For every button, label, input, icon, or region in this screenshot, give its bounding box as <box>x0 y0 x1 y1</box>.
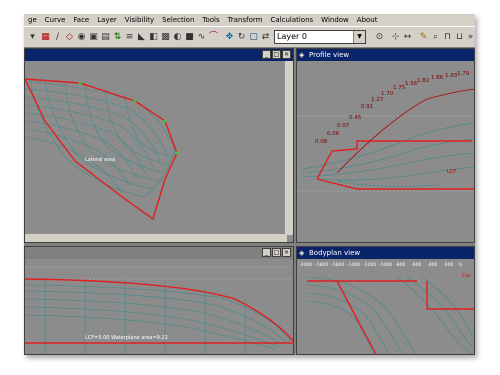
menu-item-tools[interactable]: Tools <box>198 14 223 26</box>
minimize-button[interactable]: _ <box>262 248 271 257</box>
ruler-tick-label: -2000 <box>299 262 312 268</box>
menu-item-visibility[interactable]: Visibility <box>121 14 158 26</box>
ruler-tick-label: -1600 <box>331 262 344 268</box>
svg-text:Lateral area: Lateral area <box>85 157 115 163</box>
app-window: ge Curve Face Layer Visibility Selection Tools… <box>24 14 475 355</box>
ruler-tick-label: -1400 <box>347 262 360 268</box>
view-icon: ◈ <box>299 51 305 59</box>
area-label: 1.79 <box>457 71 470 77</box>
toolbar: ▾ ▦ ∕ ◇ ◉ ▣ ▤ ⇅ ≡ ◣ ◧ ▩ ◐ ■ ∿ ⌒ ✥ ↻ ▢ ⇄ … <box>24 26 475 48</box>
flip-icon[interactable]: ⇅ <box>112 30 123 44</box>
view-icon: ◈ <box>299 249 305 257</box>
render-icon[interactable]: ▤ <box>100 30 111 44</box>
area-label: 1.82 <box>417 78 429 84</box>
padlock-icon[interactable]: ⊓ <box>442 30 453 44</box>
block-icon[interactable]: ■ <box>184 30 195 44</box>
area-label: 1.56 <box>405 81 418 87</box>
plan-canvas[interactable]: LCF=5.00 Waterplane area=9.22 <box>25 259 294 355</box>
mirror-icon[interactable]: ⇄ <box>260 30 271 44</box>
menu-item-ge[interactable]: ge <box>24 14 41 26</box>
grid-icon[interactable]: ▦ <box>40 30 51 44</box>
area-label: 0.91 <box>361 104 373 110</box>
menu-item-layer[interactable]: Layer <box>93 14 121 26</box>
ruler-tick-label: -1800 <box>315 262 328 268</box>
wedge-icon[interactable]: ◣ <box>136 30 147 44</box>
snap-icon[interactable]: ⊹ <box>390 30 401 44</box>
bodyplan-canvas[interactable]: -2000 -1800 -1600 -1400 -1200 -1000 -800 -600 -4… <box>297 259 475 355</box>
vertical-scrollbar[interactable] <box>285 61 293 235</box>
menu-item-selection[interactable]: Selection <box>158 14 198 26</box>
bodyplan-title: Bodyplan view <box>309 249 361 257</box>
menu-item-curve[interactable]: Curve <box>41 14 70 26</box>
area-label: 1.75 <box>393 85 406 91</box>
bodyplan-side-label: Cur <box>462 273 472 279</box>
ruler-tick-label: -600 <box>411 262 421 268</box>
layers-icon[interactable]: ◧ <box>148 30 159 44</box>
camera-icon[interactable]: ▣ <box>88 30 99 44</box>
ruler-tick-label: -200 <box>443 262 453 268</box>
layer-select[interactable]: Layer 0 ▼ <box>274 30 366 44</box>
lcf-label: LCF <box>447 169 456 175</box>
bodyplan-titlebar: ◈ Bodyplan view <box>297 247 474 259</box>
layer-select-value: Layer 0 <box>277 32 307 41</box>
plan-annotation: LCF=5.00 Waterplane area=9.22 <box>85 335 168 341</box>
maximize-button[interactable]: □ <box>272 50 281 59</box>
area-label: 1.86 <box>431 75 444 81</box>
unlock-icon[interactable]: ⊔ <box>454 30 465 44</box>
wave-icon[interactable]: ∿ <box>196 30 207 44</box>
chevron-down-icon[interactable]: ▼ <box>353 31 365 43</box>
perspective-view[interactable]: _ □ × Lateral area <box>24 48 294 243</box>
rotate-icon[interactable]: ↻ <box>236 30 247 44</box>
area-label: 1.27 <box>371 97 384 103</box>
area-label: 0.45 <box>349 115 362 121</box>
close-button[interactable]: × <box>282 248 291 257</box>
ruler-tick-label: -1200 <box>363 262 376 268</box>
mesh-icon[interactable]: ▩ <box>160 30 171 44</box>
area-label: 0.08 <box>315 139 328 145</box>
lock-icon[interactable]: ⊙ <box>374 30 385 44</box>
globe-icon[interactable]: ◉ <box>76 30 87 44</box>
plan-titlebar: _ □ × <box>25 247 293 259</box>
stack-icon[interactable]: ≡ <box>124 30 135 44</box>
pan-icon[interactable]: ↔ <box>402 30 413 44</box>
menu-item-window[interactable]: Window <box>317 14 353 26</box>
menu-item-calculations[interactable]: Calculations <box>266 14 317 26</box>
arc-icon[interactable]: ⌒ <box>208 30 219 44</box>
ruler-tick-label: -800 <box>395 262 405 268</box>
plan-view[interactable]: _ □ × LCF=5.00 Waterplane area=9.22 <box>24 246 294 355</box>
ruler-tick-label: -1000 <box>379 262 392 268</box>
shade-icon[interactable]: ◐ <box>172 30 183 44</box>
curve-icon[interactable]: ∕ <box>52 30 63 44</box>
profile-view[interactable]: ◈ Profile view 1.56 1.82 1.86 1.83 1.79 1.75 1… <box>296 48 475 243</box>
perspective-canvas[interactable]: Lateral area <box>25 61 287 233</box>
move-icon[interactable]: ✥ <box>224 30 235 44</box>
menu-item-about[interactable]: About <box>353 14 382 26</box>
menu-item-transform[interactable]: Transform <box>224 14 267 26</box>
face-icon[interactable]: ◇ <box>64 30 75 44</box>
horizontal-scrollbar[interactable] <box>25 234 287 242</box>
menu-bar: ge Curve Face Layer Visibility Selection Tools… <box>24 14 475 26</box>
more-icon[interactable]: » <box>465 30 475 44</box>
ruler-tick-label: 0 <box>459 262 462 268</box>
profile-titlebar: ◈ Profile view <box>297 49 474 61</box>
bodyplan-view[interactable]: ◈ Bodyplan view -2000 -1800 -1600 -1400 -120… <box>296 246 475 355</box>
ruler-tick-label: -400 <box>427 262 437 268</box>
profile-canvas[interactable]: 1.56 1.82 1.86 1.83 1.791.751.701.270.910.45… <box>297 61 475 243</box>
close-button[interactable]: × <box>282 50 291 59</box>
pen-icon[interactable]: ✎ <box>418 30 429 44</box>
perspective-titlebar: _ □ × <box>25 49 293 61</box>
minimize-button[interactable]: _ <box>262 50 271 59</box>
profile-title: Profile view <box>309 51 350 59</box>
area-label: 1.83 <box>445 73 458 79</box>
zoom-icon[interactable]: ⌕ <box>430 30 441 44</box>
menu-item-face[interactable]: Face <box>69 14 93 26</box>
maximize-button[interactable]: □ <box>272 248 281 257</box>
area-label: 0.07 <box>337 123 350 129</box>
area-label: 0.06 <box>327 131 340 137</box>
dropdown-arrow-icon[interactable]: ▾ <box>27 30 38 44</box>
view-icon[interactable]: ▢ <box>248 30 259 44</box>
